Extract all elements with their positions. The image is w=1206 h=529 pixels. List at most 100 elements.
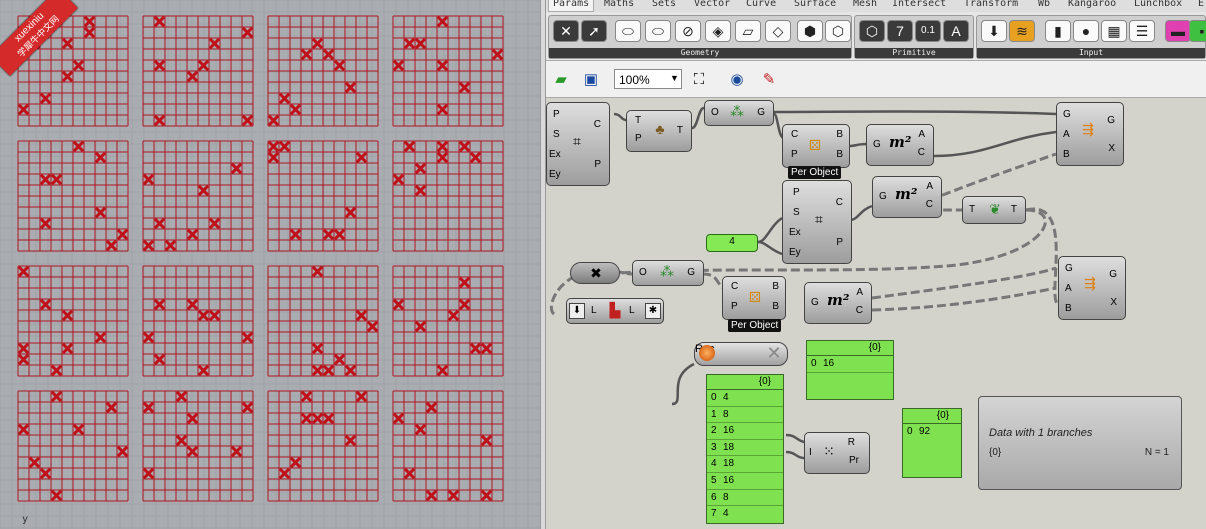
zero-icon[interactable]: ⬡ [859,20,885,42]
port-label: L [591,305,597,316]
cross-icon: ✖ [590,265,602,281]
panel-row: 2 16 [707,423,783,440]
sketch-icon[interactable]: ✎ [758,69,780,91]
random-component-1[interactable]: C P B B ⚄ [782,124,850,168]
rectangle-component-2[interactable]: P S Ex Ey C P ⌗ [782,180,852,264]
cross-mark [290,229,301,240]
arrow-icon[interactable]: ➚ [581,20,607,42]
random-component-2[interactable]: C P B B ⚄ [722,276,786,320]
dice-icon: ⚄ [808,137,822,153]
tab-sets[interactable]: Sets [652,0,676,11]
text-button[interactable]: A [943,20,969,42]
rhino-viewport[interactable]: xuexiniu 学犀牛中文网 y [0,0,541,529]
surface-icon[interactable]: ▱ [735,20,761,42]
area-component-1[interactable]: G A C m² [866,124,934,166]
tab-wb[interactable]: Wb [1038,0,1050,11]
data-recorder[interactable]: Rec ✕ [694,342,788,366]
download-icon[interactable]: ⬇ [981,20,1007,42]
cross-icon[interactable]: ✕ [553,20,579,42]
clear-icon[interactable]: ✕ [765,343,783,364]
zoom-extents-icon[interactable]: ⛶ [688,69,710,91]
area-component-2[interactable]: G A C m² [872,176,942,218]
port-label: G [873,139,881,150]
panel-recorded[interactable]: {0} 0 16 [806,340,894,400]
panel-sum[interactable]: {0} 0 92 [902,408,962,478]
port-label: A [918,129,925,140]
port-label: B [772,281,779,292]
circle-icon[interactable]: ⬭ [615,20,641,42]
shape-icon[interactable]: ◈ [705,20,731,42]
tab-maths[interactable]: Maths [604,0,634,11]
tab-params[interactable]: Params [548,0,595,12]
curve-icon[interactable]: ⬭ [645,20,671,42]
record-icon[interactable] [699,345,715,361]
panel-area-list[interactable]: {0} 04 18 2 16 3 18 4 18 5 16 68 74 [706,374,784,524]
port-label: P [594,159,601,170]
tab-lunchbox[interactable]: Lunchbox [1134,0,1182,11]
chevron-down-icon[interactable]: ▼ [670,73,679,83]
dispatch-component-1[interactable]: G A B G X ⇶ [1056,102,1124,166]
panel-row: 04 [707,390,783,407]
grid-tile [267,15,379,127]
boolean-toggle[interactable]: ✖ [570,262,620,284]
cross-mark [154,60,165,71]
group-icon[interactable]: ⬡ [825,20,851,42]
grid-tile [392,15,504,127]
cull-component-2[interactable]: O G ⁂ [632,260,704,286]
cull-component-1[interactable]: O G ⁂ [704,100,774,126]
port-label: L [629,305,635,316]
mass-addition-icon: ⁙ [823,443,835,459]
port-label: S [553,129,560,140]
cross-mark [459,277,470,288]
tab-vector[interactable]: Vector [694,0,730,11]
settings-icon[interactable]: ✱ [645,303,661,319]
per-object-badge: Per Object [728,319,782,332]
tab-surface[interactable]: Surface [794,0,836,11]
list-length-component[interactable]: ⬇ L ▙ L ✱ [566,298,664,324]
signal-icon[interactable]: ≋ [1009,20,1035,42]
swatch-icon[interactable]: ▪ [1189,20,1206,42]
slider-icon[interactable]: ▦ [1101,20,1127,42]
tab-curve[interactable]: Curve [746,0,776,11]
save-icon[interactable]: ▣ [580,69,602,91]
field-icon[interactable]: ⊘ [675,20,701,42]
box-icon[interactable]: ⬢ [797,20,823,42]
cross-mark [334,60,345,71]
tab-intersect[interactable]: Intersect [892,0,946,11]
open-file-icon[interactable]: ▰ [550,69,572,91]
expand-icon[interactable]: ⬇ [569,303,585,319]
integer-button[interactable]: 7 [887,20,913,42]
cross-mark [154,218,165,229]
mass-addition-component[interactable]: I R Pr ⁙ [804,432,870,474]
port-label: B [836,129,843,140]
toggle-icon[interactable]: ▮ [1045,20,1071,42]
mesh-icon[interactable]: ◇ [765,20,791,42]
port-label: A [856,287,863,298]
dispatch-component-2[interactable]: G A B G X ⇶ [1058,256,1126,320]
cross-mark [356,152,367,163]
preview-eye-icon[interactable]: ◉ [726,69,748,91]
number-button[interactable]: 0.1 [915,20,941,42]
list-icon[interactable]: ☰ [1129,20,1155,42]
gh-canvas[interactable]: P S Ex Ey C P ⌗ T P T ♣ O G ⁂ C P B B ⚄ [546,98,1206,529]
tree-component[interactable]: T P T ♣ [626,110,692,152]
tab-kangaroo[interactable]: Kangaroo [1068,0,1116,11]
tab-e[interactable]: E [1198,0,1204,11]
port-label: C [917,147,925,158]
number-parameter[interactable]: 4 [706,234,758,252]
tab-transform[interactable]: Transform [964,0,1018,11]
area-icon: m² [827,291,850,309]
port-label: I [809,447,812,458]
palette-icon[interactable]: ▬ [1165,20,1191,42]
cross-mark [290,104,301,115]
button-icon[interactable]: ● [1073,20,1099,42]
cross-mark [51,365,62,376]
cross-mark [95,332,106,343]
flatten-component[interactable]: T T ❦ [962,196,1026,224]
rectangle-component-1[interactable]: P S Ex Ey C P ⌗ [546,102,610,186]
area-component-3[interactable]: G A C m² [804,282,872,324]
tab-mesh[interactable]: Mesh [853,0,877,11]
param-viewer[interactable]: Data with 1 branches {0} N = 1 [978,396,1182,490]
cross-mark [481,490,492,501]
cross-mark [231,446,242,457]
